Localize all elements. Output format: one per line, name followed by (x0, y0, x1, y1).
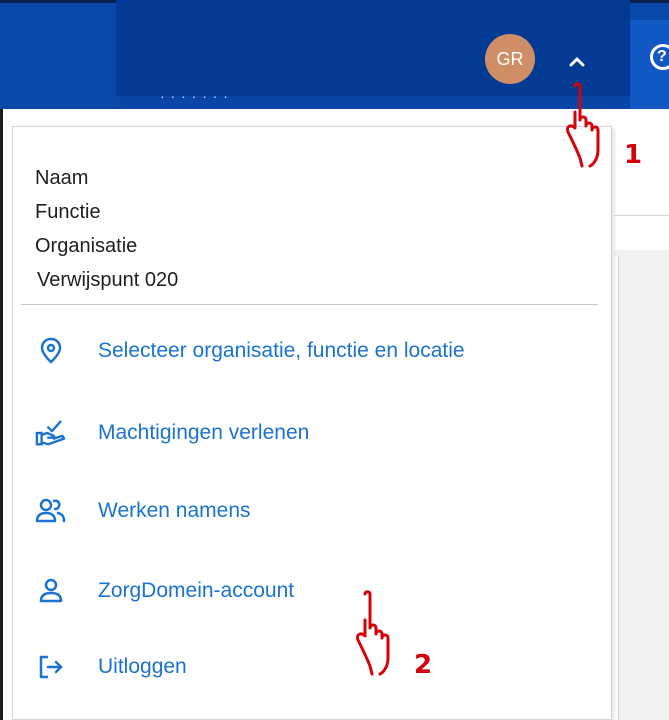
avatar-initials: GR (496, 48, 524, 69)
page-divider (614, 215, 669, 216)
chevron-up-icon (569, 57, 585, 67)
menu-item-label: ZorgDomein-account (98, 579, 295, 602)
help-icon: ? (650, 44, 669, 70)
user-avatar[interactable]: GR (485, 34, 535, 84)
user-function: Functie (35, 201, 101, 223)
user-name: Naam (35, 167, 89, 189)
menu-item-label: Werken namens (98, 499, 251, 522)
pointing-hand-annotation-icon (566, 82, 600, 168)
page-content-card-edge (614, 256, 619, 720)
menu-item-grant-permissions[interactable]: Machtigingen verlenen (13, 405, 611, 461)
help-button[interactable]: ? (630, 20, 669, 109)
pointing-hand-annotation-icon (356, 590, 390, 676)
menu-item-label: Uitloggen (98, 655, 187, 678)
hand-checkmark-icon (35, 417, 67, 449)
user-menu-toggle-button[interactable] (562, 46, 592, 76)
window-left-border-inner (3, 109, 10, 720)
location-pin-icon (35, 335, 67, 367)
header-redacted-area (116, 0, 630, 96)
user-dropdown-menu: Naam Functie Organisatie Verwijspunt 020… (12, 126, 612, 720)
users-icon (35, 495, 67, 527)
menu-item-logout[interactable]: Uitloggen (13, 639, 611, 695)
menu-item-zorgdomein-account[interactable]: ZorgDomein-account (13, 563, 611, 619)
logout-icon (35, 651, 67, 683)
user-organisation: Organisatie (35, 235, 138, 257)
menu-item-label: Selecteer organisatie, functie en locati… (98, 339, 465, 362)
page-content-card (614, 250, 669, 720)
user-location: Verwijspunt 020 (37, 269, 179, 291)
user-info: Naam Functie Organisatie Verwijspunt 020 (35, 161, 178, 297)
menu-item-select-organisation[interactable]: Selecteer organisatie, functie en locati… (13, 323, 611, 379)
user-icon (35, 575, 67, 607)
menu-item-work-on-behalf[interactable]: Werken namens (13, 483, 611, 539)
menu-divider (21, 304, 598, 305)
header-subtitle-fragment: · · · · · · · (160, 96, 229, 104)
menu-item-label: Machtigingen verlenen (98, 421, 310, 444)
annotation-step-1: 1 (624, 140, 643, 170)
annotation-step-2: 2 (414, 650, 433, 680)
